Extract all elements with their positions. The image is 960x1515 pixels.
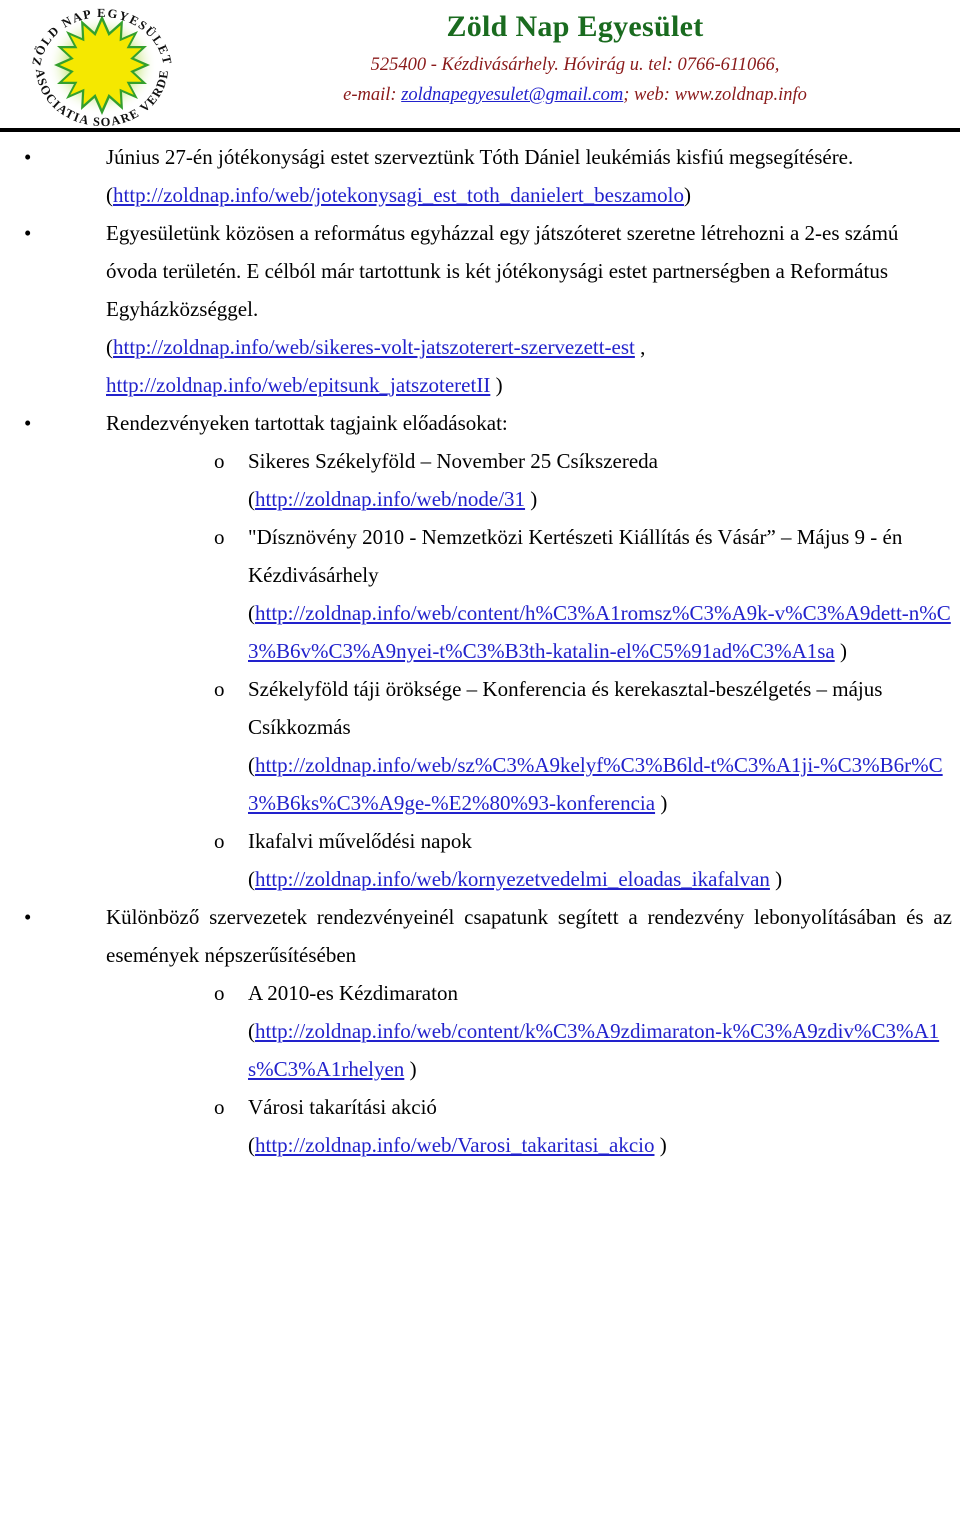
website-text: ; web: www.zoldnap.info <box>623 85 807 106</box>
bullet-marker: • <box>24 221 32 245</box>
list-item-url-line: (http://zoldnap.info/web/sikeres-volt-ja… <box>106 328 952 366</box>
paren-close: ) <box>490 373 503 397</box>
url-separator: , <box>634 335 646 359</box>
sub-list-item-url-line: (http://zoldnap.info/web/content/k%C3%A9… <box>248 1012 952 1088</box>
paren-close: ) <box>525 487 538 511</box>
paren-close: ) <box>654 1133 667 1157</box>
email-label: e-mail: <box>343 85 402 106</box>
paren-close: ) <box>834 639 847 663</box>
letterhead: ZÖLD NAP EGYESÜLET ASOCIATIA SOARE VERDE… <box>0 0 960 132</box>
paren-open: ( <box>248 753 255 777</box>
list-item-text: Különböző szervezetek rendezvényeinél cs… <box>106 905 952 967</box>
list-item-text: Június 27-én jótékonysági estet szervezt… <box>106 145 854 169</box>
sub-list-item-text: Székelyföld táji öröksége – Konferencia … <box>248 677 883 739</box>
external-link[interactable]: http://zoldnap.info/web/content/k%C3%A9z… <box>248 1019 939 1081</box>
document-body: • Június 27-én jótékonysági estet szerve… <box>0 130 960 1164</box>
list-item: • Június 27-én jótékonysági estet szerve… <box>8 138 952 214</box>
paren-open: ( <box>248 601 255 625</box>
list-item: • Különböző szervezetek rendezvényeinél … <box>8 898 952 974</box>
sub-list-item-url-line: (http://zoldnap.info/web/node/31 ) <box>248 480 952 518</box>
sub-list-item-url-line: (http://zoldnap.info/web/sz%C3%A9kelyf%C… <box>248 746 952 822</box>
list-item-url-line: (http://zoldnap.info/web/jotekonysagi_es… <box>106 176 952 214</box>
sub-bullet-marker: o <box>214 829 225 853</box>
sub-list-item: o Városi takarítási akció (http://zoldna… <box>8 1088 952 1164</box>
sub-list-item-text: Városi takarítási akció <box>248 1095 437 1119</box>
list-item-url-line-2: http://zoldnap.info/web/epitsunk_jatszot… <box>106 366 952 404</box>
sub-bullet-marker: o <box>214 449 225 473</box>
paren-open: ( <box>248 487 255 511</box>
external-link[interactable]: http://zoldnap.info/web/node/31 <box>255 487 525 511</box>
sub-list-item-url-line: (http://zoldnap.info/web/kornyezetvedelm… <box>248 860 952 898</box>
organization-contact: e-mail: zoldnapegyesulet@gmail.com; web:… <box>200 83 950 108</box>
list-item-text: Egyesületünk közösen a református egyház… <box>106 221 899 321</box>
list-item: • Rendezvényeken tartottak tagjaink előa… <box>8 404 952 442</box>
bullet-marker: • <box>24 411 32 435</box>
organization-logo: ZÖLD NAP EGYESÜLET ASOCIATIA SOARE VERDE <box>14 2 190 128</box>
paren-open: ( <box>106 183 113 207</box>
list-item-text: Rendezvényeken tartottak tagjaink előadá… <box>106 411 508 435</box>
external-link[interactable]: http://zoldnap.info/web/sz%C3%A9kelyf%C3… <box>248 753 943 815</box>
sub-list-item-text: Sikeres Székelyföld – November 25 Csíksz… <box>248 449 658 473</box>
sub-list-item: o A 2010-es Kézdimaraton (http://zoldnap… <box>8 974 952 1088</box>
sub-bullet-marker: o <box>214 981 225 1005</box>
sub-list-item: o Ikafalvi művelődési napok (http://zold… <box>8 822 952 898</box>
external-link[interactable]: http://zoldnap.info/web/epitsunk_jatszot… <box>106 373 490 397</box>
sub-list-item-text: "Dísznövény 2010 - Nemzetközi Kertészeti… <box>248 525 903 587</box>
paren-open: ( <box>248 1019 255 1043</box>
paren-open: ( <box>248 1133 255 1157</box>
paren-open: ( <box>248 867 255 891</box>
sub-list-item: o "Dísznövény 2010 - Nemzetközi Kertésze… <box>8 518 952 670</box>
email-link[interactable]: zoldnapegyesulet@gmail.com <box>401 85 623 105</box>
organization-title: Zöld Nap Egyesület <box>446 10 704 43</box>
paren-close: ) <box>683 183 691 207</box>
sub-list-item-url-line: (http://zoldnap.info/web/Varosi_takarita… <box>248 1126 952 1164</box>
external-link[interactable]: http://zoldnap.info/web/kornyezetvedelmi… <box>255 867 770 891</box>
bullet-marker: • <box>24 905 32 929</box>
sub-list-item-text: Ikafalvi művelődési napok <box>248 829 472 853</box>
sub-list-item: o Sikeres Székelyföld – November 25 Csík… <box>8 442 952 518</box>
sub-bullet-marker: o <box>214 1095 225 1119</box>
letterhead-text-block: Zöld Nap Egyesület 525400 - Kézdivásárhe… <box>200 8 950 108</box>
paren-open: ( <box>106 335 113 359</box>
external-link[interactable]: http://zoldnap.info/web/sikeres-volt-jat… <box>113 335 635 359</box>
sub-bullet-marker: o <box>214 525 225 549</box>
external-link[interactable]: http://zoldnap.info/web/jotekonysagi_est… <box>113 183 684 207</box>
organization-address: 525400 - Kézdivásárhely. Hóvirág u. tel:… <box>370 54 780 75</box>
bullet-marker: • <box>24 145 32 169</box>
external-link[interactable]: http://zoldnap.info/web/Varosi_takaritas… <box>255 1133 654 1157</box>
paren-close: ) <box>404 1057 417 1081</box>
sub-list-item: o Székelyföld táji öröksége – Konferenci… <box>8 670 952 822</box>
paren-close: ) <box>655 791 668 815</box>
sub-bullet-marker: o <box>214 677 225 701</box>
list-item: • Egyesületünk közösen a református egyh… <box>8 214 952 404</box>
sub-list-item-text: A 2010-es Kézdimaraton <box>248 981 458 1005</box>
paren-close: ) <box>769 867 783 891</box>
sub-list-item-url-line: (http://zoldnap.info/web/content/h%C3%A1… <box>248 594 952 670</box>
